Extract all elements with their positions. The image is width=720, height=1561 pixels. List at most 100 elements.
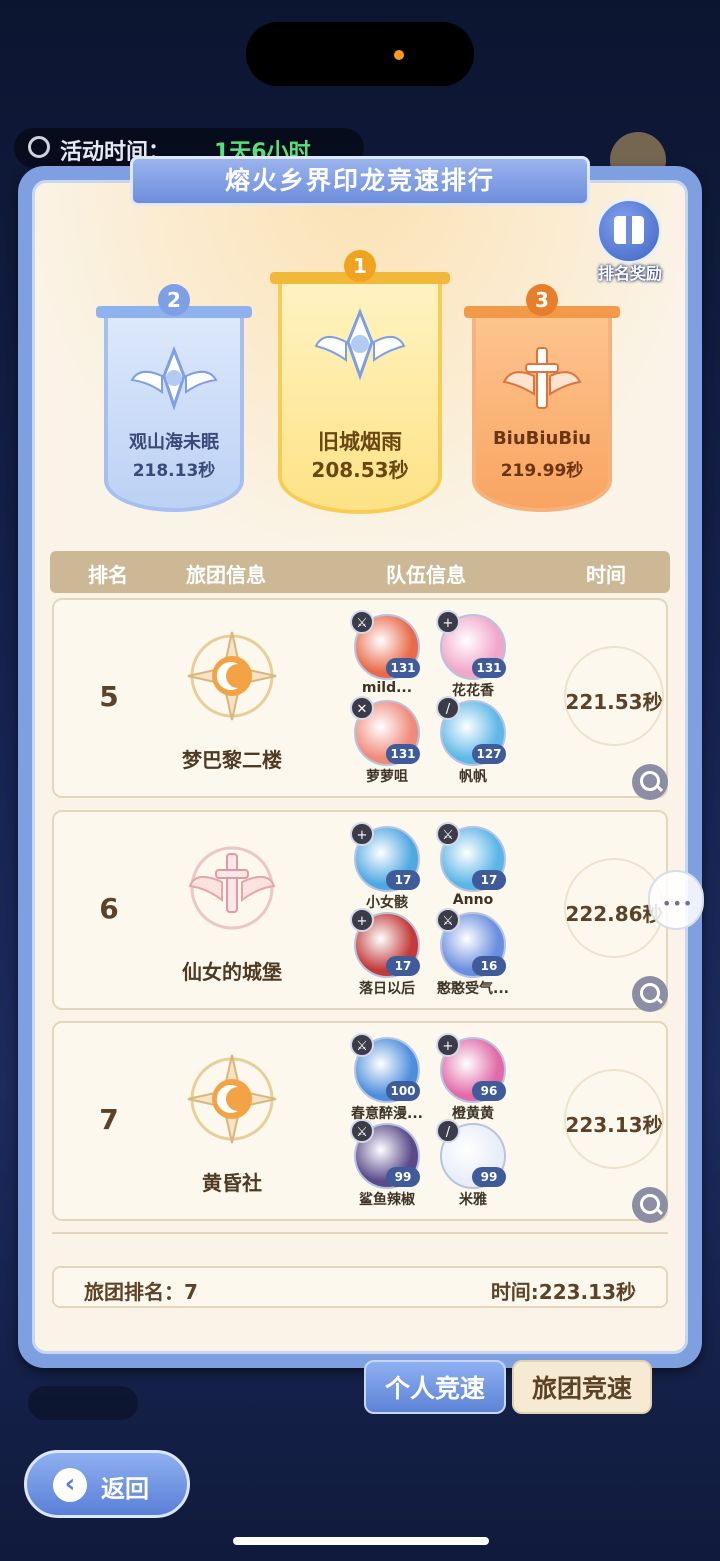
team-member[interactable]: ⚔ 99 鲨鱼辣椒	[348, 1119, 428, 1215]
team-member[interactable]: ⚔ 16 憨憨受气...	[434, 908, 514, 1004]
background-hud-element	[28, 1386, 138, 1420]
member-name: Anno	[452, 892, 494, 908]
guild-rank-text: 旅团排名：7	[84, 1280, 198, 1304]
team-member[interactable]: +131 花花香	[434, 610, 514, 706]
moon-emblem-icon	[187, 1054, 277, 1144]
tab-guild-race[interactable]: 旅团竞速	[512, 1360, 652, 1414]
header-time: 时间	[586, 563, 626, 587]
member-level: 127	[472, 744, 506, 764]
member-name: 落日以后	[359, 981, 415, 997]
back-button[interactable]: ‹ 返回	[24, 1450, 190, 1518]
row-rank: 5	[99, 680, 119, 713]
row-time: 221.53秒	[565, 690, 663, 714]
back-button-label: 返回	[101, 1475, 149, 1503]
podium-time: 208.53秒	[311, 458, 409, 482]
plus-icon: +	[436, 1033, 460, 1057]
podium-second[interactable]: 2 观山海未眠 218.13秒	[96, 284, 252, 512]
rank-reward-label: 排名奖励	[597, 264, 662, 283]
header-rank: 排名	[88, 563, 128, 587]
member-level: 100	[386, 1081, 420, 1101]
member-name: 米雅	[459, 1192, 487, 1208]
ranking-row[interactable]: 7 黄昏社 ⚔ 100 春意醉漫... +96 橙黄黄 ⚔ 99 鲨鱼辣椒/99 米雅 223.13秒	[52, 1021, 668, 1223]
team-member[interactable]: ⚔ 17 Anno	[434, 822, 514, 918]
camera-indicator	[394, 50, 404, 60]
member-name: 鲨鱼辣椒	[359, 1192, 415, 1208]
podium-third[interactable]: 3 BiuBiuBiu 219.99秒	[464, 284, 620, 512]
ranking-row[interactable]: 5 梦巴黎二楼 ⚔ 131 mild... +131 花花香 ✕ 131 萝萝咀 / 127 帆帆 221…	[52, 598, 668, 800]
sword-wings-emblem-icon	[502, 347, 582, 409]
row-time: 223.13秒	[565, 1113, 663, 1137]
team-member[interactable]: +17 小女骸	[348, 822, 428, 918]
wings-star-emblem-icon	[130, 345, 218, 411]
rank-medal: 1	[344, 250, 376, 282]
member-name: 萝萝咀	[366, 769, 408, 785]
member-level: 96	[472, 1081, 506, 1101]
rank-medal: 3	[526, 284, 558, 316]
member-level: 17	[386, 870, 420, 890]
row-guild-name: 梦巴黎二楼	[182, 748, 282, 772]
sword-wings-emblem-icon	[188, 846, 276, 930]
moon-emblem-icon	[187, 631, 277, 721]
wings-star-emblem-icon	[314, 307, 406, 381]
member-level: 131	[472, 658, 506, 678]
guild-time-text: 时间:223.13秒	[490, 1280, 636, 1304]
zoom-in-icon[interactable]	[632, 1187, 668, 1223]
my-guild-summary: 旅团排名：7 时间:223.13秒	[52, 1266, 668, 1308]
header-team: 队伍信息	[386, 563, 466, 587]
member-name: 憨憨受气...	[437, 981, 509, 997]
plus-icon: +	[436, 610, 460, 634]
wand-icon: /	[436, 1119, 460, 1143]
ranking-row[interactable]: 6 仙女的城堡 +17 小女骸 ⚔ 17 Anno +17 落日以后 ⚔ 16 憨憨受气... 222.…	[52, 810, 668, 1012]
podium-name: BiuBiuBiu	[492, 428, 592, 449]
member-name: 帆帆	[459, 769, 487, 785]
row-rank: 7	[99, 1103, 119, 1136]
plus-icon: +	[350, 822, 374, 846]
camera-notch	[246, 22, 474, 86]
rank-reward-button[interactable]: 排名奖励	[590, 198, 670, 288]
podium-time: 219.99秒	[500, 461, 584, 481]
rank-medal: 2	[158, 284, 190, 316]
member-level: 131	[386, 744, 420, 764]
team-member[interactable]: +96 橙黄黄	[434, 1033, 514, 1129]
gift-icon	[614, 216, 644, 244]
sword-icon: ⚔	[350, 1119, 374, 1143]
chat-button[interactable]: •••	[648, 870, 704, 930]
team-member[interactable]: ⚔ 131 mild...	[348, 610, 428, 706]
team-member[interactable]: ✕ 131 萝萝咀	[348, 696, 428, 792]
sword-icon: ⚔	[350, 610, 374, 634]
row-guild-name: 仙女的城堡	[182, 960, 282, 984]
chat-bubble-icon: •••	[662, 894, 694, 913]
wand-icon: /	[436, 696, 460, 720]
row-guild-name: 黄昏社	[202, 1171, 262, 1195]
list-bottom-divider	[52, 1232, 668, 1250]
clock-icon	[28, 136, 50, 158]
podium-time: 218.13秒	[132, 461, 216, 481]
member-level: 16	[472, 956, 506, 976]
member-level: 99	[386, 1167, 420, 1187]
panel-title: 熔火乡界印龙竞速排行	[130, 156, 590, 206]
member-level: 17	[472, 870, 506, 890]
member-level: 17	[386, 956, 420, 976]
podium-name: 旧城烟雨	[318, 430, 402, 454]
podium-name: 观山海未眠	[129, 432, 219, 453]
tab-personal-race[interactable]: 个人竞速	[364, 1360, 506, 1414]
header-guild: 旅团信息	[186, 563, 266, 587]
team-member[interactable]: / 127 帆帆	[434, 696, 514, 792]
member-level: 131	[386, 658, 420, 678]
sword-icon: ⚔	[436, 908, 460, 932]
team-member[interactable]: ⚔ 100 春意醉漫...	[348, 1033, 428, 1129]
zoom-in-icon[interactable]	[632, 976, 668, 1012]
plus-icon: +	[350, 908, 374, 932]
member-level: 99	[472, 1167, 506, 1187]
member-name: mild...	[361, 680, 413, 696]
team-member[interactable]: +17 落日以后	[348, 908, 428, 1004]
cross-icon: ✕	[350, 696, 374, 720]
podium-first[interactable]: 1 旧城烟雨 208.53秒	[270, 250, 450, 514]
team-member[interactable]: / 99 米雅	[434, 1119, 514, 1215]
sword-icon: ⚔	[436, 822, 460, 846]
back-arrow-icon: ‹	[53, 1468, 87, 1502]
home-indicator[interactable]	[233, 1537, 489, 1545]
sword-icon: ⚔	[350, 1033, 374, 1057]
zoom-in-icon[interactable]	[632, 764, 668, 800]
ranking-table-header: 排名 旅团信息 队伍信息 时间	[50, 551, 670, 593]
